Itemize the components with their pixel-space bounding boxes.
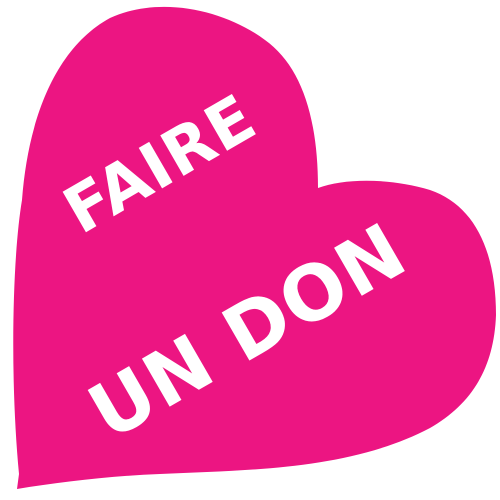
heart-icon[interactable]: FAIRE UN DON [0,0,500,500]
donate-badge[interactable]: FAIRE UN DON [0,0,500,500]
heart-shape [13,6,497,489]
